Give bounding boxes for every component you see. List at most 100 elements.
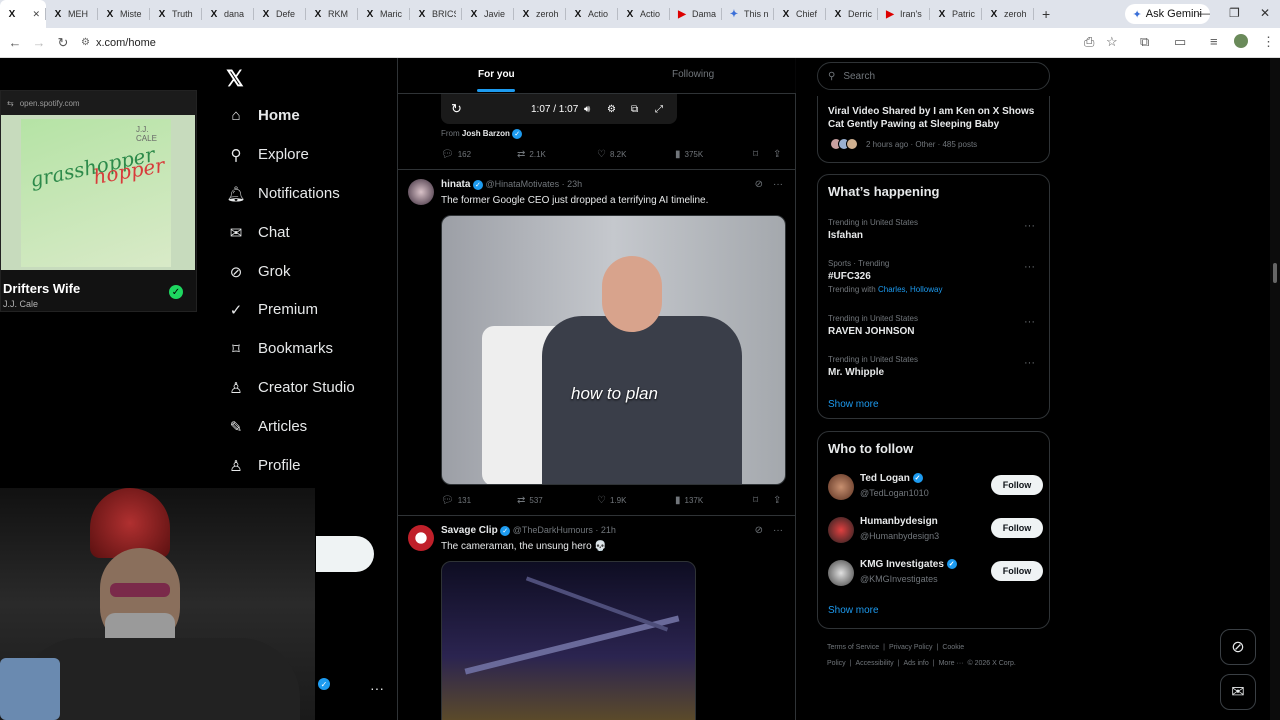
nav-item-home[interactable]: ⌂ Home (228, 107, 299, 124)
views-button[interactable]: ▮ 375K (675, 149, 703, 160)
trend-item[interactable]: Trending in United States Isfahan ··· (828, 218, 1043, 241)
post-author[interactable]: Savage Clip (441, 525, 498, 536)
tab-following[interactable]: Following (672, 69, 714, 80)
volume-icon[interactable]: 🔊︎ (584, 104, 590, 115)
reply-button[interactable]: 💬︎ 162 (441, 149, 471, 160)
browser-tab[interactable]: X Javie (462, 0, 514, 28)
post-handle[interactable]: @HinataMotivates (485, 179, 559, 189)
messages-fab-button[interactable]: ✉ (1220, 674, 1256, 710)
avatar[interactable] (828, 517, 854, 543)
browser-tab[interactable]: X Actio (618, 0, 670, 28)
avatar[interactable] (828, 560, 854, 586)
more-icon[interactable]: ··· (773, 179, 783, 190)
share-button[interactable]: ⇪ (773, 149, 781, 160)
site-info-icon[interactable]: ⚙ (81, 37, 90, 48)
nav-item-profile[interactable]: ♙ Profile (228, 457, 300, 475)
follow-button[interactable]: Follow (991, 518, 1043, 538)
follow-button[interactable]: Follow (991, 561, 1043, 581)
extensions-icon[interactable]: ⧉ (1140, 34, 1149, 50)
grok-fab-button[interactable]: ⊘ (1220, 629, 1256, 665)
install-icon[interactable]: ⎙ (1084, 34, 1094, 50)
more-icon[interactable]: ··· (1024, 357, 1035, 369)
bookmark-button[interactable]: ⌑ (753, 149, 758, 160)
footer-link[interactable]: More ··· (939, 660, 964, 667)
scrollbar-thumb[interactable] (1273, 263, 1277, 283)
browser-tab[interactable]: X Chief (774, 0, 826, 28)
follow-suggestion[interactable]: Ted Logan ✓ @TedLogan1010 Follow (828, 472, 1043, 504)
footer-link[interactable]: Accessibility (856, 660, 894, 667)
grok-icon[interactable]: ⊘ (755, 179, 763, 190)
url-field[interactable]: x.com/home (96, 37, 156, 49)
pip-icon[interactable]: ⧉ (631, 104, 638, 115)
bookmark-star-icon[interactable]: ☆ (1106, 34, 1118, 50)
fullscreen-icon[interactable]: ⤢ (655, 104, 663, 115)
reload-icon[interactable]: ↻ (51, 35, 75, 51)
post-handle[interactable]: @TheDarkHumours (513, 525, 593, 535)
trend-item[interactable]: Sports · Trending #UFC326 Trending with … (828, 259, 1043, 294)
account-more-icon[interactable]: ··· (370, 680, 384, 696)
views-button[interactable]: ▮ 137K (675, 495, 703, 506)
from-name[interactable]: Josh Barzon (462, 129, 510, 138)
post-button[interactable] (316, 536, 374, 572)
new-tab-button[interactable]: + (1034, 6, 1058, 22)
like-button[interactable]: ♡ 8.2K (597, 149, 626, 160)
post-video[interactable] (441, 561, 696, 720)
browser-tab[interactable]: X Miste (98, 0, 150, 28)
browser-tab[interactable]: X Truth (150, 0, 202, 28)
browser-tab[interactable]: Xdana (202, 0, 254, 28)
reading-list-icon[interactable]: ≡ (1210, 34, 1218, 49)
avatar[interactable] (408, 179, 434, 205)
browser-tab[interactable]: ✦ This n (722, 0, 774, 28)
nav-item-premium[interactable]: ✓ Premium (228, 301, 318, 319)
replay-icon[interactable]: ↻ (451, 101, 462, 117)
footer-link[interactable]: Privacy Policy (889, 644, 933, 651)
back-icon[interactable]: ← (3, 35, 27, 50)
browser-tab[interactable]: X Maric (358, 0, 410, 28)
browser-tab[interactable]: X Actio (566, 0, 618, 28)
browser-tab[interactable]: X BRICS (410, 0, 462, 28)
more-icon[interactable]: ··· (773, 525, 783, 536)
browser-tab[interactable]: X ✕ (0, 0, 46, 28)
grok-icon[interactable]: ⊘ (755, 525, 763, 536)
trend-item[interactable]: Trending in United States Mr. Whipple ··… (828, 355, 1043, 378)
album-art[interactable]: J.J. CALE grasshopper hopper (1, 115, 195, 270)
artist-name[interactable]: J.J. Cale (3, 299, 38, 309)
post-video[interactable]: how to plan (441, 215, 786, 485)
trend-item[interactable]: Trending in United States RAVEN JOHNSON … (828, 314, 1043, 337)
post-time[interactable]: · 23h (562, 179, 583, 189)
footer-link[interactable]: Ads info (903, 660, 928, 667)
browser-tab[interactable]: Xzeroh (982, 0, 1034, 28)
x-logo[interactable]: 𝕏 (226, 66, 244, 92)
footer-link[interactable]: Terms of Service (827, 644, 879, 651)
page-scrollbar[interactable] (1270, 58, 1280, 720)
trend-with-links[interactable]: Charles, Holloway (878, 285, 942, 294)
liked-check-icon[interactable]: ✓ (169, 285, 183, 299)
avatar[interactable] (408, 525, 434, 551)
follow-suggestion[interactable]: Humanbydesign @Humanbydesign3 Follow (828, 515, 1043, 547)
nav-item-explore[interactable]: ⚲ Explore (228, 146, 309, 164)
browser-tab[interactable]: X RKM (306, 0, 358, 28)
repost-button[interactable]: ⇄ 537 (517, 495, 543, 506)
nav-item-chat[interactable]: ✉ Chat (228, 224, 290, 242)
news-card[interactable]: Viral Video Shared by I am Ken on X Show… (817, 96, 1050, 163)
nav-item-articles[interactable]: ✎ Articles (228, 418, 307, 436)
search-input[interactable]: ⚲ Search (817, 62, 1050, 90)
browser-tab[interactable]: X Defe (254, 0, 306, 28)
show-more-link[interactable]: Show more (828, 399, 879, 410)
browser-tab[interactable]: ▶ Iran's (878, 0, 930, 28)
tab-for-you[interactable]: For you (478, 69, 515, 80)
nav-item-grok[interactable]: ⊘ Grok (228, 263, 291, 281)
follow-suggestion[interactable]: KMG Investigates ✓ @KMGInvestigates Foll… (828, 558, 1043, 590)
close-window-icon[interactable]: ✕ (1260, 6, 1270, 20)
forward-icon[interactable]: → (27, 35, 51, 50)
avatar[interactable] (1234, 34, 1248, 48)
browser-tab[interactable]: X Derric (826, 0, 878, 28)
sidepanel-icon[interactable]: ▭ (1174, 34, 1186, 50)
nav-item-notifications[interactable]: 🔔︎ Notifications (226, 185, 339, 203)
show-more-link[interactable]: Show more (828, 605, 879, 616)
close-tab-icon[interactable]: ✕ (32, 9, 40, 20)
browser-tab[interactable]: X Patric (930, 0, 982, 28)
restore-icon[interactable]: ❐ (1229, 6, 1240, 20)
follow-button[interactable]: Follow (991, 475, 1043, 495)
share-button[interactable]: ⇪ (773, 495, 781, 506)
